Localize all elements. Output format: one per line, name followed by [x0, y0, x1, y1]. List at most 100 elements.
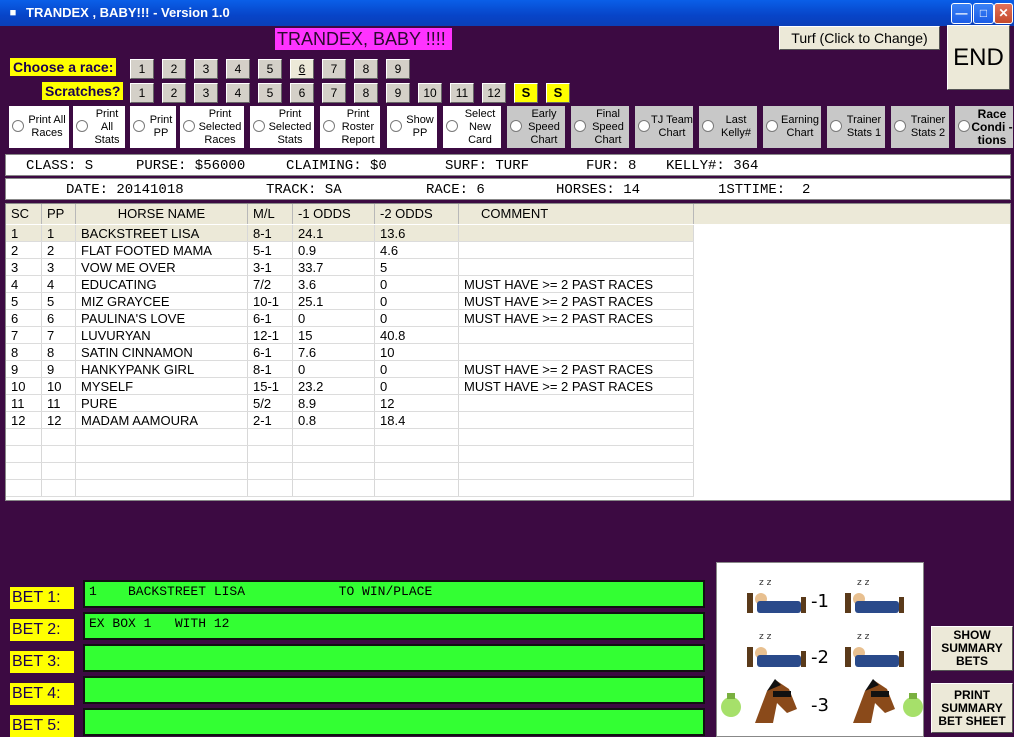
radio-icon[interactable]	[323, 120, 335, 132]
fur-info: FUR: 8	[586, 158, 637, 174]
option-print-selected-races[interactable]: Print Selected Races	[180, 106, 244, 148]
scratch-button-9[interactable]: 9	[386, 83, 410, 103]
table-row[interactable]: 12 12 MADAM AAMOURA 2-1 0.8 18.4	[6, 412, 694, 429]
option-print-all-stats[interactable]: Print All Stats	[73, 106, 125, 148]
table-cell: 10-1	[248, 293, 293, 309]
horse-grid[interactable]: SC PP HORSE NAME M/L -1 ODDS -2 ODDS COMMENT 1…	[5, 203, 1011, 501]
option-trainer-stats-1[interactable]: Trainer Stats 1	[827, 106, 885, 148]
column-header-1-odds[interactable]: -1 ODDS	[293, 204, 375, 224]
empty-table-row[interactable]	[6, 463, 694, 480]
show-summary-bets-button[interactable]: SHOW SUMMARY BETS	[931, 626, 1013, 671]
radio-icon[interactable]	[766, 120, 778, 132]
scratch-s-button-1[interactable]: S	[514, 83, 538, 103]
table-cell: 12-1	[248, 327, 293, 343]
race-button-8[interactable]: 8	[354, 59, 378, 79]
radio-icon[interactable]	[638, 120, 650, 132]
table-row[interactable]: 6 6 PAULINA'S LOVE 6-1 0 0 MUST HAVE >= 2 PAST…	[6, 310, 694, 327]
option-print-all-races[interactable]: Print All Races	[9, 106, 69, 148]
table-row[interactable]: 10 10 MYSELF 15-1 23.2 0 MUST HAVE >= 2 PAST R…	[6, 378, 694, 395]
scratch-button-11[interactable]: 11	[450, 83, 474, 103]
table-row[interactable]: 4 4 EDUCATING 7/2 3.6 0 MUST HAVE >= 2 PAST RA…	[6, 276, 694, 293]
race-button-9[interactable]: 9	[386, 59, 410, 79]
option-trainer-stats-2[interactable]: Trainer Stats 2	[891, 106, 949, 148]
race-button-5[interactable]: 5	[258, 59, 282, 79]
turf-toggle-button[interactable]: Turf (Click to Change)	[779, 26, 940, 50]
race-button-1[interactable]: 1	[130, 59, 154, 79]
end-button[interactable]: END	[947, 25, 1010, 90]
minimize-button[interactable]: —	[951, 3, 972, 24]
table-row[interactable]: 1 1 BACKSTREET LISA 8-1 24.1 13.6	[6, 225, 694, 242]
radio-icon[interactable]	[183, 120, 195, 132]
scratch-button-5[interactable]: 5	[258, 83, 282, 103]
scratch-button-12[interactable]: 12	[482, 83, 506, 103]
option-early-speed-chart[interactable]: Early Speed Chart	[507, 106, 565, 148]
race-button-7[interactable]: 7	[322, 59, 346, 79]
option-select-new-card[interactable]: Select New Card	[443, 106, 501, 148]
column-header-sc[interactable]: SC	[6, 204, 42, 224]
scratch-s-button-2[interactable]: S	[546, 83, 570, 103]
race-button-3[interactable]: 3	[194, 59, 218, 79]
print-summary-bet-sheet-button[interactable]: PRINT SUMMARY BET SHEET	[931, 683, 1013, 733]
table-cell: 7	[6, 327, 42, 343]
option-final-speed-chart[interactable]: Final Speed Chart	[571, 106, 629, 148]
option-print-pp[interactable]: Print PP	[130, 106, 176, 148]
column-header-2-odds[interactable]: -2 ODDS	[375, 204, 459, 224]
column-header-horse-name[interactable]: HORSE NAME	[76, 204, 248, 224]
bet-2-field[interactable]: EX BOX 1 WITH 12	[83, 612, 705, 640]
bet-1-field[interactable]: 1 BACKSTREET LISA TO WIN/PLACE	[83, 580, 705, 608]
radio-icon[interactable]	[12, 120, 24, 132]
option-last-kelly[interactable]: Last Kelly#	[699, 106, 757, 148]
table-row[interactable]: 9 9 HANKYPANK GIRL 8-1 0 0 MUST HAVE >= 2 PAST…	[6, 361, 694, 378]
radio-icon[interactable]	[574, 120, 586, 132]
race-button-2[interactable]: 2	[162, 59, 186, 79]
race-button-6[interactable]: 6	[290, 59, 314, 79]
option-label: Select New Card	[464, 107, 496, 146]
table-row[interactable]: 7 7 LUVURYAN 12-1 15 40.8	[6, 327, 694, 344]
scratch-button-7[interactable]: 7	[322, 83, 346, 103]
empty-table-row[interactable]	[6, 480, 694, 497]
empty-table-row[interactable]	[6, 429, 694, 446]
option-print-selected-stats[interactable]: Print Selected Stats	[250, 106, 314, 148]
radio-icon[interactable]	[830, 120, 842, 132]
bet-3-field[interactable]	[83, 644, 705, 672]
scratch-button-3[interactable]: 3	[194, 83, 218, 103]
column-header-pp[interactable]: PP	[42, 204, 76, 224]
table-row[interactable]: 8 8 SATIN CINNAMON 6-1 7.6 10	[6, 344, 694, 361]
race-button-4[interactable]: 4	[226, 59, 250, 79]
option-show-pp[interactable]: Show PP	[387, 106, 437, 148]
maximize-button[interactable]: □	[973, 3, 994, 24]
empty-table-row[interactable]	[6, 446, 694, 463]
radio-icon[interactable]	[702, 120, 714, 132]
radio-icon[interactable]	[510, 120, 522, 132]
column-header-comment[interactable]: COMMENT	[459, 204, 694, 224]
radio-icon[interactable]	[133, 120, 145, 132]
option-tj-team-chart[interactable]: TJ Team Chart	[635, 106, 693, 148]
radio-icon[interactable]	[76, 120, 88, 132]
radio-icon[interactable]	[253, 120, 265, 132]
class-info: CLASS: S	[26, 158, 94, 174]
option-earning-chart[interactable]: Earning Chart	[763, 106, 821, 148]
option-label: Print All Stats	[94, 107, 120, 146]
bet-4-field[interactable]	[83, 676, 705, 704]
scratch-button-2[interactable]: 2	[162, 83, 186, 103]
radio-icon[interactable]	[446, 120, 458, 132]
radio-icon[interactable]	[958, 120, 970, 132]
bet-5-field[interactable]	[83, 708, 705, 736]
table-cell: 10	[6, 378, 42, 394]
table-row[interactable]: 11 11 PURE 5/2 8.9 12	[6, 395, 694, 412]
option-race-condi-tions[interactable]: Race Condi -tions	[955, 106, 1013, 148]
table-row[interactable]: 3 3 VOW ME OVER 3-1 33.7 5	[6, 259, 694, 276]
radio-icon[interactable]	[894, 120, 906, 132]
column-header-m-l[interactable]: M/L	[248, 204, 293, 224]
scratch-button-4[interactable]: 4	[226, 83, 250, 103]
table-row[interactable]: 5 5 MIZ GRAYCEE 10-1 25.1 0 MUST HAVE >= 2 PAS…	[6, 293, 694, 310]
scratch-button-6[interactable]: 6	[290, 83, 314, 103]
close-button[interactable]: ✕	[994, 3, 1013, 24]
scratch-button-8[interactable]: 8	[354, 83, 378, 103]
table-row[interactable]: 2 2 FLAT FOOTED MAMA 5-1 0.9 4.6	[6, 242, 694, 259]
table-cell	[76, 429, 248, 445]
scratch-button-10[interactable]: 10	[418, 83, 442, 103]
radio-icon[interactable]	[390, 120, 402, 132]
scratch-button-1[interactable]: 1	[130, 83, 154, 103]
option-print-roster-report[interactable]: Print Roster Report	[320, 106, 380, 148]
